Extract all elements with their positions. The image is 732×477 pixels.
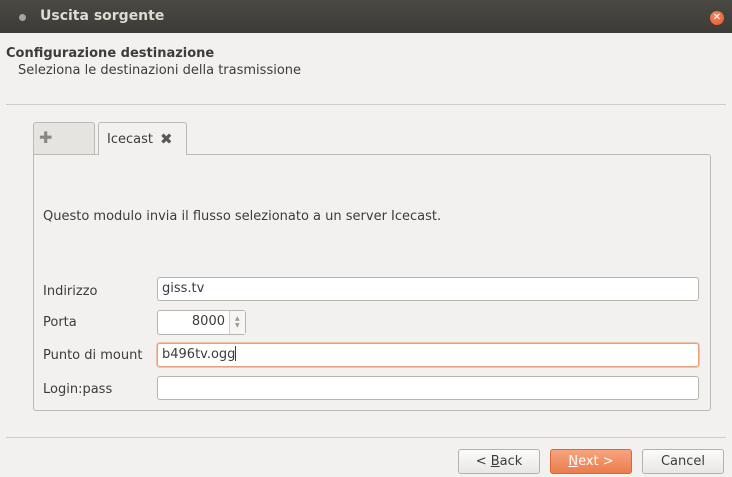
back-button[interactable]: < Back — [458, 449, 540, 474]
mount-value: b496tv.ogg — [162, 347, 236, 362]
module-description: Questo modulo invia il flusso selezionat… — [43, 209, 442, 224]
title-bar: Uscita sorgente ✕ — [0, 0, 732, 33]
tab-icecast-label: Icecast — [107, 132, 153, 147]
address-label: Indirizzo — [43, 284, 98, 299]
port-spinbutton[interactable]: 8000 ▲ ▼ — [157, 310, 246, 335]
header-divider — [6, 104, 726, 105]
port-value: 8000 — [191, 314, 225, 329]
mount-field[interactable]: b496tv.ogg — [157, 343, 699, 367]
tab-icecast[interactable]: Icecast ✖ — [98, 122, 187, 155]
text-caret — [235, 346, 237, 361]
login-field[interactable] — [157, 376, 699, 400]
cancel-button[interactable]: Cancel — [642, 449, 724, 474]
window-title: Uscita sorgente — [40, 8, 165, 24]
plus-icon: ✚ — [39, 128, 53, 147]
login-label: Login:pass — [43, 382, 113, 397]
address-field[interactable]: giss.tv — [157, 277, 699, 301]
port-stepper[interactable]: ▲ ▼ — [229, 311, 245, 334]
tab-add[interactable]: ✚ — [33, 122, 95, 154]
close-tab-icon[interactable]: ✖ — [160, 130, 173, 148]
footer-divider — [6, 437, 726, 438]
page-title: Configurazione destinazione — [6, 46, 215, 61]
spin-down-icon[interactable]: ▼ — [235, 323, 240, 329]
mount-label: Punto di mount — [43, 348, 143, 363]
window-menu-icon[interactable] — [19, 14, 26, 21]
next-button[interactable]: Next > — [550, 449, 632, 474]
page-subtitle: Seleziona le destinazioni della trasmiss… — [18, 63, 302, 78]
port-label: Porta — [43, 315, 77, 330]
close-window-icon[interactable]: ✕ — [710, 11, 724, 25]
